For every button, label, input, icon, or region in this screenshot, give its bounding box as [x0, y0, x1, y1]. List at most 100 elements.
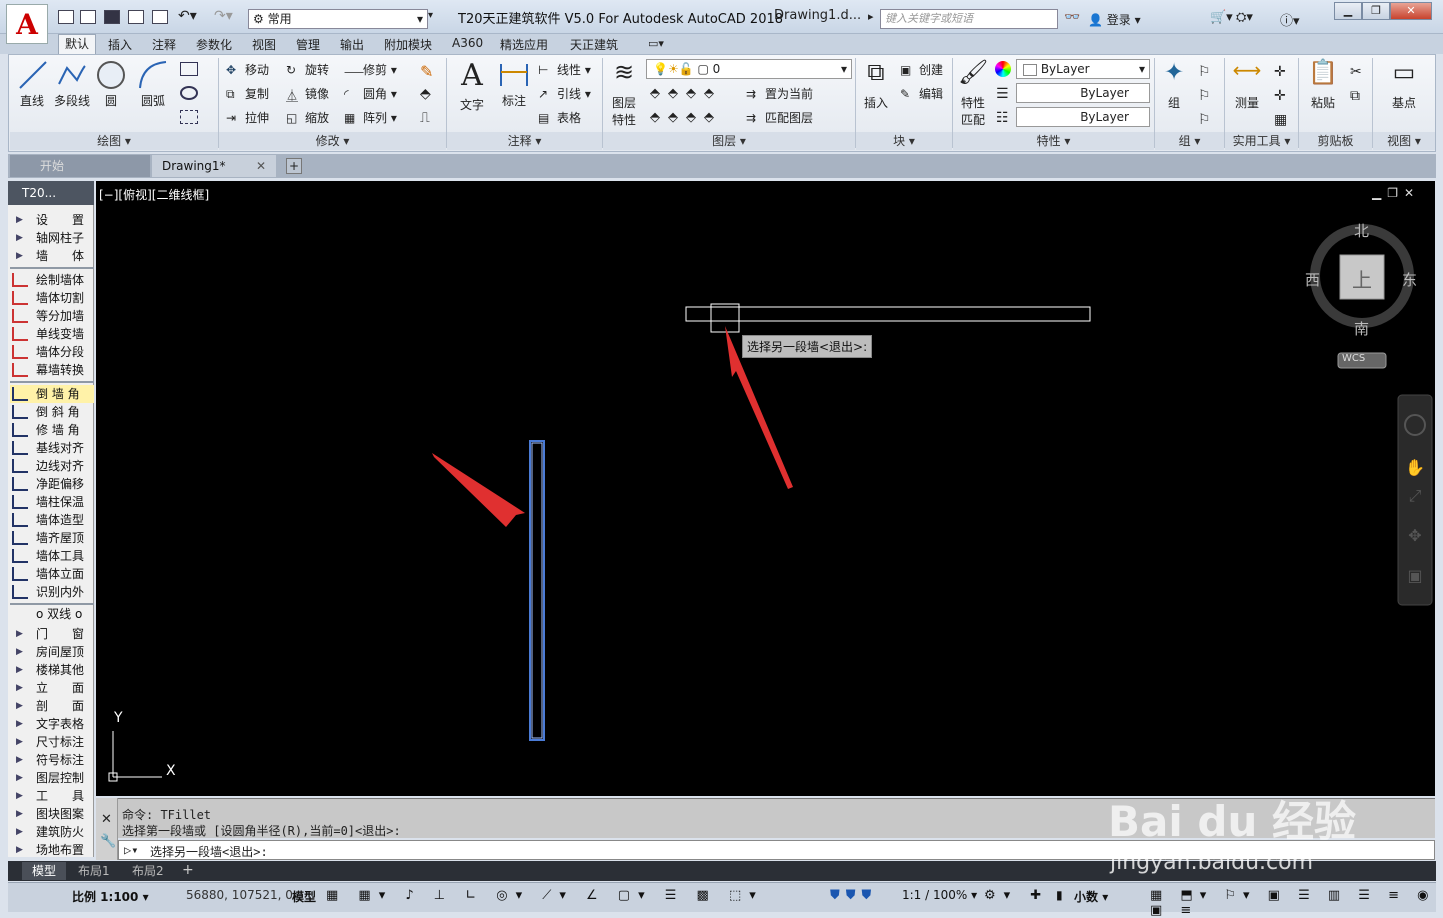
palette-item[interactable]: 单线变墙 [10, 325, 94, 343]
insert-block-button[interactable]: ⧉ 插入 [860, 58, 892, 111]
linetype-dropdown[interactable]: ByLayer [1016, 83, 1150, 103]
lineweight-dropdown[interactable]: ByLayer [1016, 107, 1150, 127]
palette-title[interactable]: T20... [8, 181, 94, 205]
tab-0[interactable]: 默认 [58, 34, 97, 54]
horizontal-wall[interactable] [685, 306, 1091, 322]
boundary-icon[interactable] [180, 110, 198, 124]
layer-properties-button[interactable]: ≋ 图层 特性 [608, 58, 640, 128]
zoom-extents-icon[interactable]: ⤢ [1409, 486, 1422, 505]
rectangle-icon[interactable] [180, 62, 198, 76]
view-panel-label[interactable]: 视图 ▾ [1373, 132, 1435, 150]
match-layer-button[interactable]: ⇉ 匹配图层 [746, 109, 813, 127]
print-icon[interactable] [152, 10, 168, 24]
palette-item[interactable]: 识别内外 [10, 583, 94, 601]
showmotion-icon[interactable]: ▣ [1407, 566, 1422, 585]
palette-item[interactable]: 等分加墙 [10, 307, 94, 325]
palette-item[interactable]: ▶ 图块图案 [10, 805, 94, 823]
palette-item[interactable]: 墙柱保温 [10, 493, 94, 511]
palette-item[interactable]: 墙齐屋顶 [10, 529, 94, 547]
erase-icon[interactable]: ✎ [420, 62, 433, 81]
color-dropdown[interactable]: ByLayer ▾ [1016, 59, 1150, 79]
tab-8[interactable]: A360 [446, 36, 489, 50]
palette-item[interactable]: ▶ 工 具 [10, 787, 94, 805]
minimize-button[interactable]: ▁ [1334, 2, 1362, 20]
palette-item[interactable]: ▶ 门 窗 [10, 625, 94, 643]
group-button[interactable]: ✦ 组 [1158, 58, 1190, 111]
trim-button[interactable]: ⸺修剪 ▾ [344, 61, 397, 79]
close-tab-icon[interactable]: ✕ [256, 155, 266, 177]
palette-item[interactable]: ▶ 文字表格 [10, 715, 94, 733]
palette-double-line[interactable]: o 双线 o [10, 605, 94, 623]
palette-item[interactable]: ▶ 立 面 [10, 679, 94, 697]
group-tools-icon[interactable]: ⚐ ⚐ ⚐ [1198, 60, 1211, 132]
palette-item[interactable]: 墙体工具 [10, 547, 94, 565]
save-as-icon[interactable] [128, 10, 144, 24]
draw-panel-label[interactable]: 绘图 ▾ [10, 132, 218, 150]
utility-tools-icon[interactable]: ✛ ✛ ▦ [1274, 60, 1287, 132]
viewcube-top-label[interactable]: 上 [1352, 264, 1372, 293]
new-file-icon[interactable] [58, 10, 74, 24]
palette-item[interactable]: 边线对齐 [10, 457, 94, 475]
annotation-panel-label[interactable]: 注释 ▾ [447, 132, 602, 150]
offset-icon[interactable]: ⎍ [420, 110, 430, 126]
palette-item[interactable]: 倒 墙 角 [10, 385, 94, 403]
login-button[interactable]: 👤 登录 ▾ [1088, 11, 1141, 28]
pan-icon[interactable]: ✋ [1405, 458, 1425, 477]
layers-panel-label[interactable]: 图层 ▾ [603, 132, 855, 150]
annotation-scale-value[interactable]: 1:1 / 100% ▾ [902, 888, 977, 902]
polyline-button[interactable]: 多段线 [52, 58, 92, 109]
leader-button[interactable]: ↗ 引线 ▾ [538, 85, 591, 103]
palette-item[interactable]: ▶ 房间屋顶 [10, 643, 94, 661]
dimension-button[interactable]: 标注 [496, 58, 532, 109]
tab-4[interactable]: 视图 [246, 36, 282, 53]
palette-item[interactable]: 倒 斜 角 [10, 403, 94, 421]
binoculars-icon[interactable]: 👓 [1064, 10, 1080, 25]
tab-layout1[interactable]: 布局1 [68, 862, 120, 880]
search-expand-icon[interactable]: ▸ [868, 10, 874, 23]
move-button[interactable]: ✥ 移动 [226, 61, 269, 79]
tab-7[interactable]: 附加模块 [378, 36, 438, 53]
close-command-icon[interactable]: ✕ [101, 812, 112, 827]
palette-item[interactable]: ▶ 尺寸标注 [10, 733, 94, 751]
utilities-panel-label[interactable]: 实用工具 ▾ [1225, 132, 1298, 150]
layer-dropdown[interactable]: 💡☀🔓 ▢ 0 ▾ [646, 59, 852, 79]
palette-item[interactable]: 墙体分段 [10, 343, 94, 361]
color-wheel-icon[interactable] [995, 61, 1011, 77]
palette-item[interactable]: 幕墙转换 [10, 361, 94, 379]
palette-item[interactable]: 墙体切割 [10, 289, 94, 307]
customize-quick-access-icon[interactable]: ▾ [428, 10, 433, 21]
compass-north[interactable]: 北 [1354, 220, 1369, 241]
array-button[interactable]: ▦ 阵列 ▾ [344, 109, 397, 127]
save-icon[interactable] [104, 10, 120, 24]
stretch-button[interactable]: ⇥ 拉伸 [226, 109, 269, 127]
cut-copy-icon[interactable]: ✂ ⧉ [1350, 60, 1362, 108]
group-panel-label[interactable]: 组 ▾ [1155, 132, 1224, 150]
measure-button[interactable]: ⟷ 测量 [1230, 58, 1264, 111]
mirror-button[interactable]: ⏅ 镜像 [286, 85, 329, 103]
layer-tools-row2[interactable]: ⬘⬘⬘⬘ [650, 110, 722, 125]
a360-icon[interactable]: ⛭▾ [1236, 10, 1253, 25]
compass-west[interactable]: 西 [1305, 269, 1320, 290]
layer-tools-row1[interactable]: ⬘⬘⬘⬘ [650, 86, 722, 101]
maximize-button[interactable]: ❐ [1362, 2, 1390, 20]
tab-6[interactable]: 输出 [334, 36, 370, 53]
palette-item[interactable]: 基线对齐 [10, 439, 94, 457]
tab-3[interactable]: 参数化 [190, 36, 238, 53]
workspace-gear-icons[interactable]: ⚙▾ ✚ [984, 888, 1049, 903]
palette-item[interactable]: 绘制墙体 [10, 271, 94, 289]
palette-item[interactable]: ▶ 设 置 [10, 211, 94, 229]
tab-layout2[interactable]: 布局2 [122, 862, 174, 880]
palette-item[interactable]: ▶ 符号标注 [10, 751, 94, 769]
close-window-button[interactable]: ✕ [1390, 2, 1432, 20]
status-right-icons[interactable]: ▦ ⬒▾ ⚐▾ ▣ ☰ ▥ ☰ ≡ ◉ ▣ ≡ [1150, 888, 1443, 918]
workspace-select[interactable]: ⚙ 常用 ▾ [248, 9, 428, 29]
palette-item[interactable]: 净距偏移 [10, 475, 94, 493]
circle-button[interactable]: 圆 [94, 58, 128, 109]
explode-icon[interactable]: ⬘ [420, 86, 431, 102]
search-input[interactable]: 键入关键字或短语 [880, 9, 1058, 29]
compass-east[interactable]: 东 [1402, 269, 1417, 290]
modify-panel-label[interactable]: 修改 ▾ [219, 132, 446, 150]
annotation-visibility-icons[interactable]: ⛊⛊⛊ [830, 888, 877, 903]
open-file-icon[interactable] [80, 10, 96, 24]
tab-9[interactable]: 精选应用 [494, 36, 554, 53]
